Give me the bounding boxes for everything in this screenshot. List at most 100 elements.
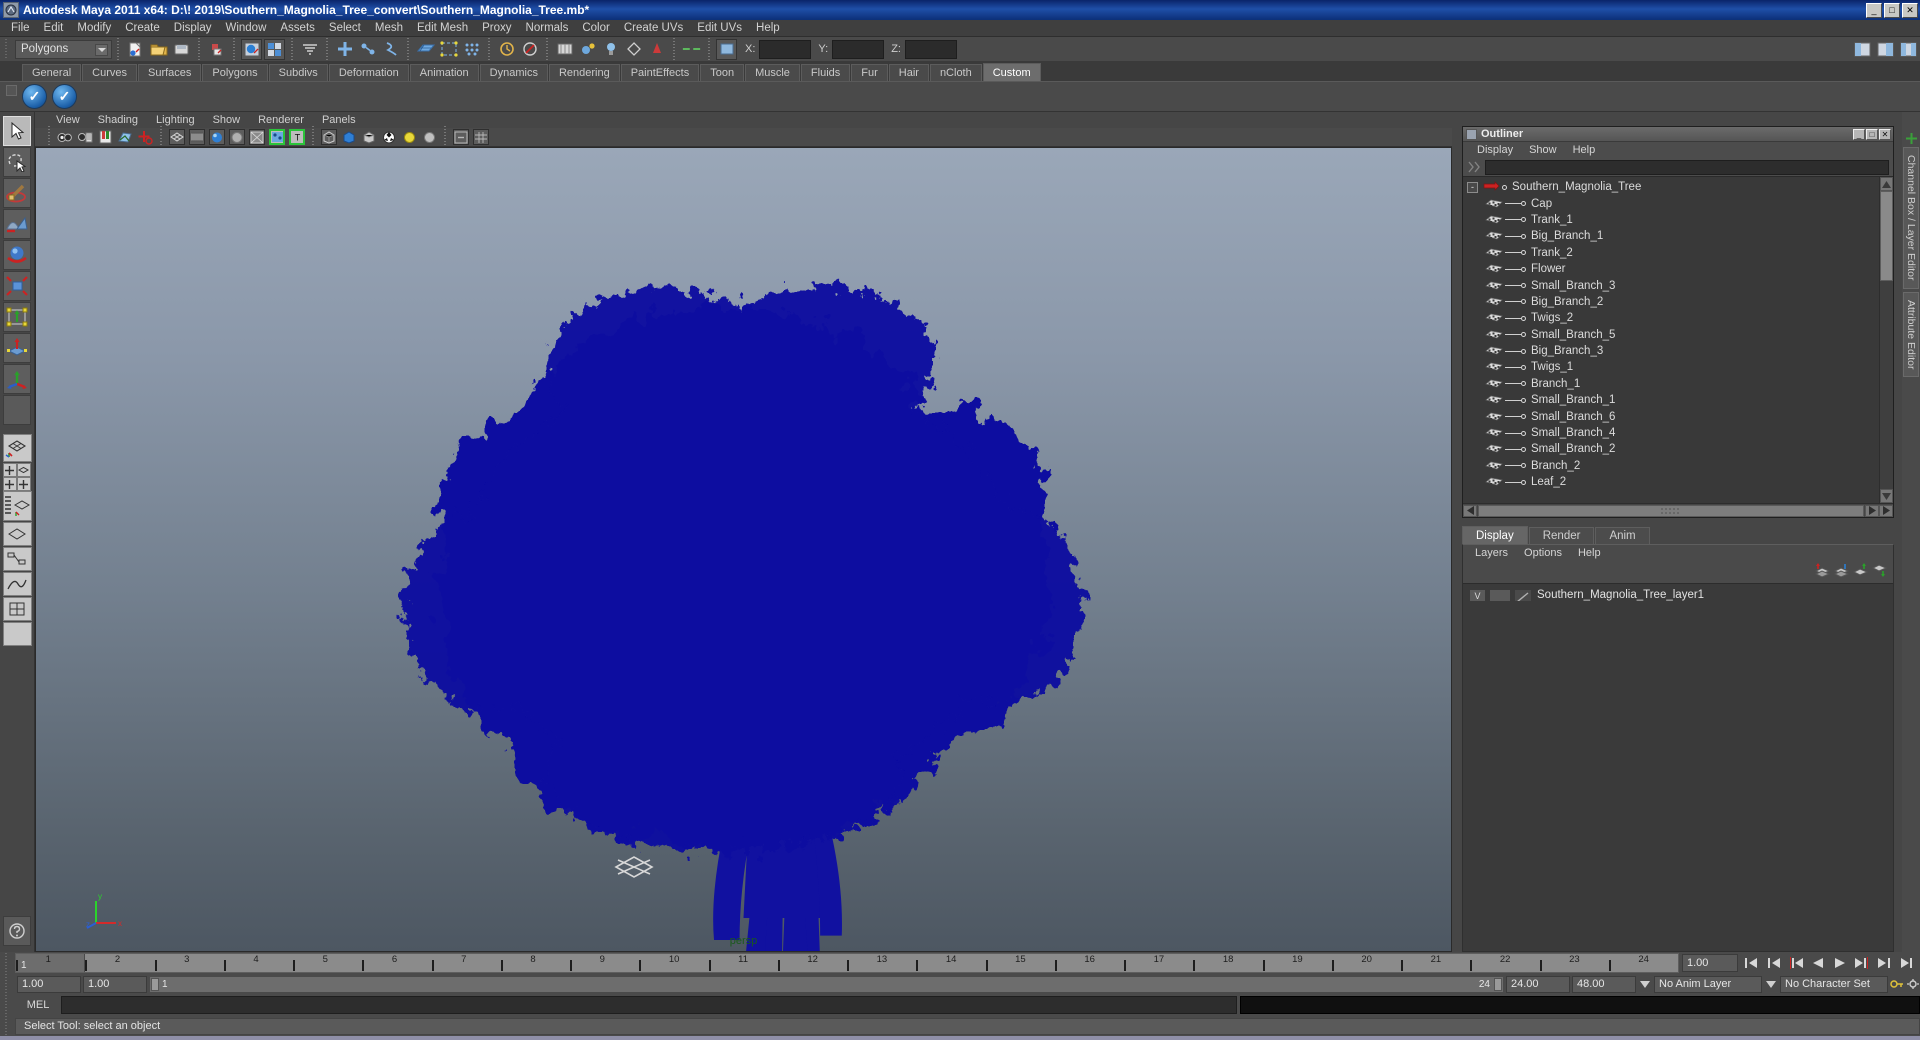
shelf-item-checkmark-1[interactable]: ✓ [22, 84, 47, 109]
snap-to-grid-icon[interactable] [415, 39, 436, 60]
construction-history-icon[interactable] [496, 39, 517, 60]
wireframe-shading-icon[interactable] [169, 129, 185, 145]
open-scene-icon[interactable] [148, 39, 169, 60]
layer-editor-tab-render[interactable]: Render [1528, 527, 1595, 544]
select-by-component-icon[interactable] [380, 39, 401, 60]
layout-three-pane-button[interactable] [2, 477, 17, 491]
menu-item-select[interactable]: Select [322, 20, 368, 37]
layout-outliner-persp-button[interactable] [2, 491, 32, 521]
play-backwards-button[interactable] [1807, 953, 1828, 973]
outliner-row[interactable]: Small_Branch_1 [1463, 392, 1879, 408]
axis-z-input[interactable] [904, 39, 957, 59]
shelf-tab-animation[interactable]: Animation [409, 64, 479, 81]
tab-attribute-editor[interactable]: Attribute Editor [1903, 291, 1919, 377]
menu-item-edit-mesh[interactable]: Edit Mesh [410, 20, 475, 37]
command-input[interactable] [61, 996, 1237, 1014]
step-back-frame-button[interactable] [1785, 953, 1806, 973]
range-left-handle[interactable] [151, 977, 159, 991]
outliner-row[interactable]: Big_Branch_3 [1463, 343, 1879, 359]
shelf-tab-subdivs[interactable]: Subdivs [268, 64, 328, 81]
anim-layer-select[interactable]: No Anim Layer [1654, 975, 1762, 993]
axis-x-input[interactable] [759, 39, 812, 59]
panel-menu-view[interactable]: View [47, 114, 89, 126]
shelf-tab-dynamics[interactable]: Dynamics [479, 64, 548, 81]
outliner-close-button[interactable]: ✕ [1879, 128, 1891, 140]
menu-item-normals[interactable]: Normals [519, 20, 576, 37]
help-lock-icon[interactable] [3, 916, 31, 946]
create-layer-from-selected-icon[interactable] [1833, 563, 1850, 582]
menuset-selector[interactable]: Polygons [15, 39, 112, 59]
undo-icon[interactable] [206, 39, 227, 60]
outliner-row[interactable]: Trank_2 [1463, 245, 1879, 261]
move-tool-button[interactable] [3, 333, 31, 363]
outliner-vertical-scrollbar[interactable] [1879, 177, 1893, 503]
command-language-label[interactable]: MEL [15, 999, 61, 1011]
outliner-row[interactable]: Twigs_2 [1463, 310, 1879, 326]
outliner-row[interactable]: Big_Branch_2 [1463, 294, 1879, 310]
toolbar-grip[interactable] [5, 38, 12, 60]
hardware-texturing-icon[interactable] [269, 129, 285, 145]
rotate-tool-button[interactable] [3, 240, 31, 270]
outliner-row[interactable]: Flower [1463, 261, 1879, 277]
layer-visibility-toggle[interactable]: V [1469, 588, 1486, 602]
anim-layer-dropdown-icon[interactable] [1638, 975, 1652, 993]
outliner-maximize-button[interactable]: □ [1866, 128, 1878, 140]
time-slider-track[interactable]: 1 1 2 3 4 5 6 7 8 9 10 11 12 13 14 15 16 17 18 19 20 21 22 23 2… [15, 953, 1679, 973]
new-scene-icon[interactable] [125, 39, 146, 60]
panel-menu-show[interactable]: Show [204, 114, 250, 126]
shelf-tab-general[interactable]: General [22, 64, 82, 81]
menu-item-edit-uvs[interactable]: Edit UVs [690, 20, 749, 37]
snap-to-curve-icon[interactable] [438, 39, 459, 60]
shelf-item-checkmark-2[interactable]: ✓ [52, 84, 77, 109]
show-hide-channel-box-icon[interactable] [1852, 39, 1873, 60]
shelf-tab-fur[interactable]: Fur [851, 64, 888, 81]
menu-item-create[interactable]: Create [118, 20, 167, 37]
shelf-tab-fluids[interactable]: Fluids [800, 64, 851, 81]
use-all-lights-icon[interactable]: T [289, 129, 305, 145]
help-line-grip[interactable] [5, 1015, 12, 1037]
paint-select-tool-button[interactable] [3, 178, 31, 208]
outliner-menu-display[interactable]: Display [1469, 144, 1521, 156]
maximize-button[interactable]: □ [1884, 2, 1900, 18]
menu-item-proxy[interactable]: Proxy [475, 20, 518, 37]
shelf-tab-rendering[interactable]: Rendering [548, 64, 620, 81]
range-bar[interactable]: 1 24 [149, 975, 1504, 993]
shelf-grip[interactable] [4, 84, 18, 110]
wireframe-on-shaded-icon[interactable] [249, 129, 265, 145]
move-layer-up-icon[interactable] [1852, 562, 1869, 582]
panel-menu-shading[interactable]: Shading [89, 114, 147, 126]
outliner-row[interactable]: Big_Branch_1 [1463, 228, 1879, 244]
menu-item-window[interactable]: Window [218, 20, 273, 37]
shading-icon[interactable] [623, 39, 644, 60]
outliner-row[interactable]: Small_Branch_4 [1463, 425, 1879, 441]
outliner-root-row[interactable]: - Southern_Magnolia_Tree [1463, 179, 1879, 195]
outliner-row[interactable]: Branch_2 [1463, 458, 1879, 474]
outliner-hscroll-thumb[interactable] [1478, 504, 1864, 517]
layer-menu-layers[interactable]: Layers [1467, 547, 1516, 559]
menu-item-assets[interactable]: Assets [273, 20, 322, 37]
outliner-row[interactable]: Small_Branch_3 [1463, 277, 1879, 293]
layer-type-toggle[interactable] [1489, 588, 1511, 602]
axis-y-input[interactable] [832, 39, 885, 59]
ipr-render-icon[interactable] [264, 38, 285, 60]
viewport-light-yellow-icon[interactable] [401, 129, 417, 145]
layout-graph-editor-button[interactable] [2, 572, 32, 596]
time-slider-grip[interactable] [5, 952, 12, 974]
panel-menu-panels[interactable]: Panels [313, 114, 365, 126]
shelf-tab-curves[interactable]: Curves [82, 64, 137, 81]
animation-end-time-field[interactable]: 48.00 [1572, 975, 1636, 993]
command-output[interactable] [1240, 996, 1920, 1014]
animation-preferences-icon[interactable] [1906, 975, 1920, 993]
shelf-tab-surfaces[interactable]: Surfaces [137, 64, 202, 81]
outliner-menu-help[interactable]: Help [1565, 144, 1604, 156]
smooth-shade-all-icon[interactable] [209, 129, 225, 145]
layer-editor-tab-display[interactable]: Display [1462, 526, 1528, 544]
create-empty-layer-icon[interactable] [1814, 562, 1831, 582]
auto-key-icon[interactable] [1890, 975, 1904, 993]
close-button[interactable]: ✕ [1902, 2, 1918, 18]
layout-four-pane-button[interactable] [16, 477, 31, 491]
character-set-select[interactable]: No Character Set [1780, 975, 1888, 993]
selection-handle-icon[interactable] [613, 851, 655, 883]
universal-manipulator-tool-button[interactable] [3, 302, 31, 332]
grid-toggle-icon[interactable] [473, 129, 489, 145]
